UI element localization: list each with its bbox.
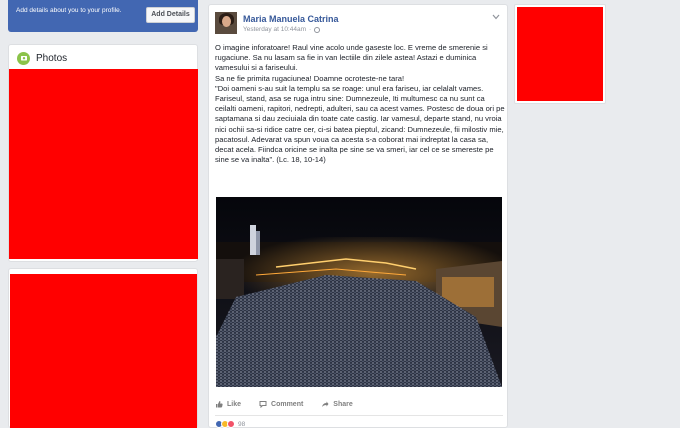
like-button[interactable]: Like	[215, 400, 241, 408]
post-timestamp[interactable]: Yesterday at 10:44am	[243, 26, 306, 33]
post-paragraph: O imagine inforatoare! Raul vine acolo u…	[215, 43, 505, 165]
post-meta: Yesterday at 10:44am ·	[243, 26, 321, 33]
comment-label: Comment	[271, 400, 304, 408]
reaction-count: 98	[238, 420, 246, 428]
photos-title: Photos	[36, 52, 68, 64]
post-author[interactable]: Maria Manuela Catrina	[243, 14, 339, 24]
love-reaction-icon	[227, 420, 235, 428]
right-card-redacted	[514, 4, 606, 104]
photos-card: Photos	[8, 44, 198, 262]
profile-details-text: Add details about you to your profile.	[16, 7, 122, 14]
globe-icon[interactable]	[314, 26, 321, 33]
night-crowd-photo	[216, 197, 502, 387]
comment-button[interactable]: Comment	[259, 400, 303, 408]
left-card-redacted	[8, 268, 198, 428]
post-body: O imagine inforatoare! Raul vine acolo u…	[215, 43, 505, 165]
add-details-button[interactable]: Add Details	[146, 7, 195, 23]
profile-details-prompt: Add details about you to your profile. A…	[8, 0, 198, 32]
right-card-redacted-block[interactable]	[517, 7, 603, 101]
meta-separator: ·	[309, 26, 312, 33]
like-label: Like	[227, 400, 242, 408]
share-icon	[322, 401, 329, 407]
share-label: Share	[333, 400, 353, 408]
feed-post: Maria Manuela Catrina Yesterday at 10:44…	[208, 4, 508, 428]
reactions-summary[interactable]: 98	[215, 419, 245, 428]
post-photo[interactable]	[216, 197, 502, 387]
chevron-down-icon[interactable]	[492, 14, 500, 20]
post-divider	[215, 415, 503, 416]
share-button[interactable]: Share	[321, 400, 353, 408]
thumbs-up-icon	[216, 401, 223, 408]
avatar[interactable]	[215, 12, 237, 34]
comment-icon	[259, 401, 267, 408]
photos-grid-redacted[interactable]	[9, 69, 198, 259]
photos-header[interactable]: Photos	[17, 51, 67, 65]
post-actions: Like Comment Share	[215, 398, 371, 410]
photos-icon	[17, 51, 30, 65]
left-card-redacted-block[interactable]	[10, 274, 197, 428]
